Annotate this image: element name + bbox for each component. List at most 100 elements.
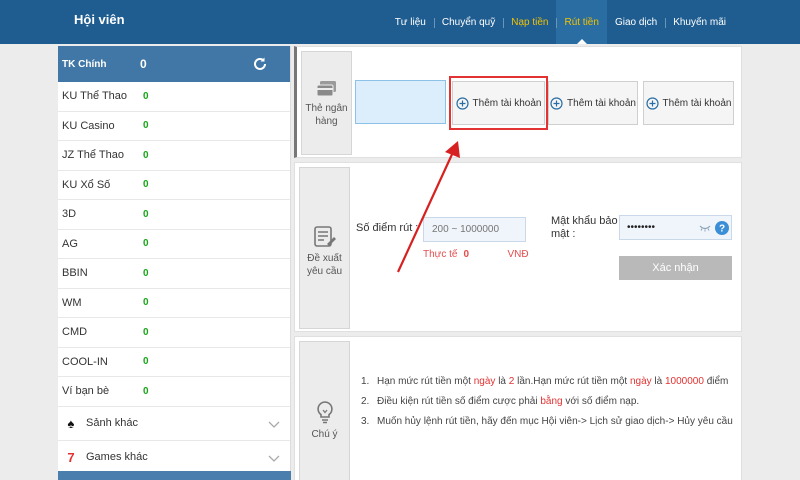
account-balance: 0 bbox=[143, 326, 149, 338]
notice-text: Điều kiện rút tiền số điểm cược phải bbox=[377, 396, 541, 407]
plus-circle-icon bbox=[550, 96, 563, 110]
eye-closed-icon[interactable] bbox=[699, 224, 711, 232]
actual-value: 0 bbox=[463, 249, 470, 260]
notice-item: 1. Hạn mức rút tiền một ngày là 2 lần.Hạn… bbox=[361, 374, 733, 389]
add-account-button-2[interactable]: Thêm tài khoản bbox=[548, 81, 638, 125]
chevron-down-icon[interactable] bbox=[268, 452, 280, 464]
notice-index: 1. bbox=[361, 376, 370, 387]
notice-highlight: bằng bbox=[540, 396, 563, 407]
account-balance: 0 bbox=[143, 356, 149, 368]
game-group-row[interactable]: 7 Games khác bbox=[58, 441, 290, 475]
notice-text: điểm bbox=[703, 376, 729, 387]
notice-index: 3. bbox=[361, 416, 370, 427]
account-row: Ví bạn bè 0 bbox=[58, 377, 290, 407]
plus-circle-icon bbox=[645, 96, 659, 110]
confirm-button[interactable]: Xác nhận bbox=[619, 256, 732, 280]
bank-card-slot[interactable] bbox=[355, 80, 446, 124]
chevron-down-icon[interactable] bbox=[268, 418, 280, 430]
account-sidebar: TK Chính 0 KU Thể Thao 0 KU Casino 0 JZ Thể … bbox=[58, 46, 291, 480]
actual-amount-row: Thực tế 0 VNĐ bbox=[423, 249, 529, 260]
withdraw-request-tab: Đề xuất yêu cầu bbox=[299, 167, 350, 329]
notice-text: là bbox=[495, 376, 509, 387]
request-form-icon bbox=[313, 226, 336, 247]
notice-highlight: ngày bbox=[629, 376, 652, 387]
main-content: Thẻ ngân hàng Thêm tài khoản Thêm tài kh… bbox=[294, 46, 742, 480]
amount-input[interactable] bbox=[423, 217, 526, 242]
nav-tab-3[interactable]: Rút tiền bbox=[556, 0, 607, 44]
nav-tab-5[interactable]: Khuyến mãi bbox=[665, 0, 734, 44]
account-name: KU Casino bbox=[62, 119, 115, 132]
notice-item: 2. Điều kiện rút tiền số điểm cược phải b… bbox=[361, 394, 733, 409]
lucky-seven-icon: 7 bbox=[67, 449, 75, 465]
game-group-list: ♠ Sảnh khác 7 Games khác bbox=[58, 407, 290, 475]
refresh-icon[interactable] bbox=[252, 56, 268, 72]
notice-text: Muốn hủy lệnh rút tiền, hãy đến mục Hội … bbox=[377, 416, 733, 427]
account-row: KU Casino 0 bbox=[58, 112, 290, 141]
account-balance: 0 bbox=[143, 238, 149, 250]
account-name: KU Xổ Số bbox=[62, 178, 111, 191]
top-bar: Hội viên Tư liệu Chuyển quỹ Nạp tiền Rút ti… bbox=[0, 0, 800, 44]
account-row: KU Xổ Số 0 bbox=[58, 171, 290, 200]
main-account-row: TK Chính 0 bbox=[58, 46, 290, 82]
nav-tab-2[interactable]: Nạp tiền bbox=[503, 0, 556, 44]
account-balance: 0 bbox=[143, 179, 149, 191]
account-row: KU Thể Thao 0 bbox=[58, 82, 290, 112]
nav-tab-0[interactable]: Tư liệu bbox=[387, 0, 434, 44]
account-row: AG 0 bbox=[58, 230, 290, 259]
password-mask: •••••••• bbox=[627, 222, 656, 233]
notice-item: 3. Muốn hủy lệnh rút tiền, hãy đến mục Hộ… bbox=[361, 414, 733, 429]
notice-panel: Chú ý 1. Hạn mức rút tiền một ngày là 2 l… bbox=[294, 336, 742, 480]
bank-card-tab: Thẻ ngân hàng bbox=[301, 51, 352, 155]
bank-card-label: Thẻ ngân hàng bbox=[305, 103, 348, 127]
plus-circle-icon bbox=[455, 96, 469, 110]
account-row: COOL-IN 0 bbox=[58, 348, 290, 377]
account-balance: 0 bbox=[143, 208, 149, 220]
notice-tab: Chú ý bbox=[299, 341, 350, 480]
account-balance: 0 bbox=[143, 267, 149, 279]
account-balance: 0 bbox=[143, 149, 149, 161]
withdraw-request-panel: Đề xuất yêu cầu Số điểm rút : Thực tế 0 VN… bbox=[294, 162, 742, 332]
account-name: Ví bạn bè bbox=[62, 385, 110, 398]
account-balance: 0 bbox=[143, 297, 149, 309]
notice-text: Hạn mức rút tiền một bbox=[377, 376, 474, 387]
account-name: WM bbox=[62, 296, 82, 309]
notice-label: Chú ý bbox=[311, 429, 338, 440]
game-group-label: Sảnh khác bbox=[86, 417, 138, 429]
credit-card-icon bbox=[316, 81, 336, 97]
svg-text:?: ? bbox=[719, 224, 725, 235]
game-group-row[interactable]: ♠ Sảnh khác bbox=[58, 407, 290, 441]
notice-highlight: ngày bbox=[473, 376, 496, 387]
notice-highlight: 1000000 bbox=[664, 376, 704, 387]
notice-list: 1. Hạn mức rút tiền một ngày là 2 lần.Hạn… bbox=[361, 374, 733, 434]
account-name: KU Thể Thao bbox=[62, 90, 128, 103]
notice-index: 2. bbox=[361, 396, 370, 407]
account-name: 3D bbox=[62, 208, 77, 221]
account-name: BBIN bbox=[62, 267, 88, 280]
currency-label: VNĐ bbox=[507, 249, 529, 260]
account-row: 3D 0 bbox=[58, 200, 290, 230]
add-account-label: Thêm tài khoản bbox=[662, 97, 732, 109]
account-name: COOL-IN bbox=[62, 355, 108, 368]
add-account-button-3[interactable]: Thêm tài khoản bbox=[643, 81, 734, 125]
main-nav: Tư liệu Chuyển quỹ Nạp tiền Rút tiền Giao dị… bbox=[387, 0, 734, 44]
security-password-field[interactable]: •••••••• ? bbox=[619, 215, 732, 240]
account-name: CMD bbox=[62, 326, 88, 339]
notice-text: là bbox=[651, 376, 665, 387]
account-row: CMD 0 bbox=[58, 318, 290, 348]
add-account-label: Thêm tài khoản bbox=[472, 97, 542, 109]
game-group-label: Games khác bbox=[86, 451, 148, 463]
account-name: JZ Thể Thao bbox=[62, 149, 124, 162]
main-account-name: TK Chính bbox=[62, 58, 107, 70]
account-row: JZ Thể Thao 0 bbox=[58, 141, 290, 171]
nav-tab-1[interactable]: Chuyển quỹ bbox=[433, 0, 503, 44]
account-balance: 0 bbox=[143, 120, 149, 132]
withdraw-request-label: Đề xuất yêu cầu bbox=[306, 253, 343, 277]
account-list: KU Thể Thao 0 KU Casino 0 JZ Thể Thao 0 KU Xổ … bbox=[58, 82, 290, 407]
main-account-balance: 0 bbox=[140, 57, 147, 71]
page-title: Hội viên bbox=[74, 12, 125, 27]
nav-tab-4[interactable]: Giao dịch bbox=[607, 0, 665, 44]
account-name: AG bbox=[62, 237, 78, 250]
add-account-button-1[interactable]: Thêm tài khoản bbox=[452, 81, 545, 125]
help-icon[interactable]: ? bbox=[715, 221, 729, 235]
account-row: WM 0 bbox=[58, 289, 290, 318]
